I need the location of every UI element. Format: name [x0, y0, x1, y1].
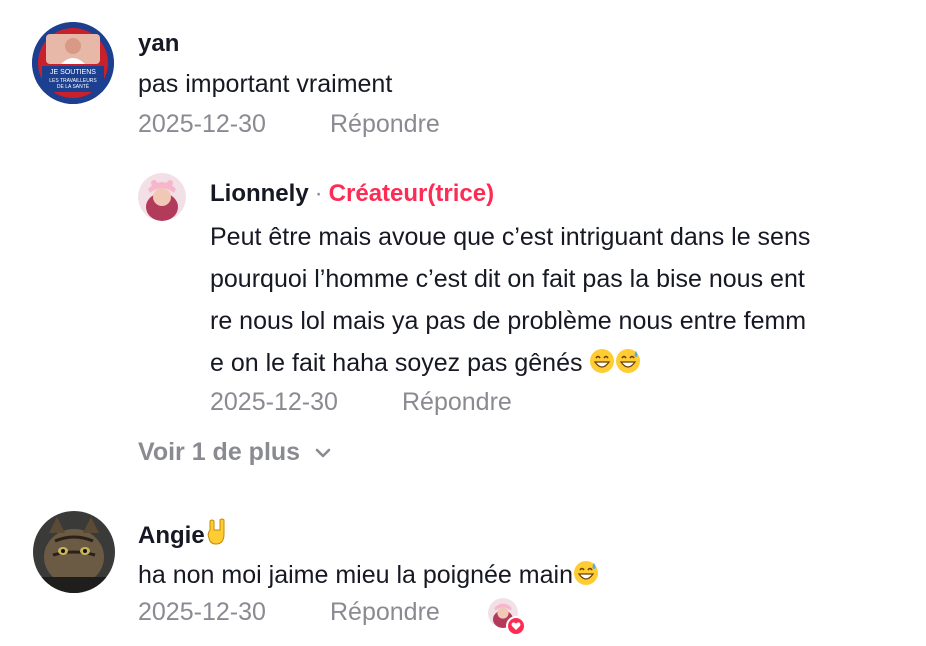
reply-username-line: Lionnely · Créateur(trice) — [210, 180, 494, 208]
comment-username[interactable]: Angie — [138, 522, 205, 549]
reply-text-line: re nous lol mais ya pas de problème nous… — [210, 307, 807, 335]
avatar-yan-image: JE SOUTIENS LES TRAVAILLEURS DE LA SANTÉ — [32, 22, 114, 104]
avatar-lionnely[interactable] — [138, 173, 186, 221]
rock-on-hand-emoji-icon — [205, 518, 229, 553]
reply-username[interactable]: Lionnely — [210, 180, 309, 207]
separator-dot: · — [314, 180, 323, 207]
reply-text-line: Peut être mais avoue que c’est intriguan… — [210, 223, 811, 251]
chevron-down-icon — [314, 447, 332, 459]
reply-button[interactable]: Répondre — [330, 110, 440, 139]
sweat-smile-emoji-icon — [615, 345, 641, 387]
comment-date: 2025-12-30 — [138, 110, 266, 138]
sweat-smile-emoji-icon — [573, 560, 599, 593]
avatar-yan[interactable]: JE SOUTIENS LES TRAVAILLEURS DE LA SANTÉ — [32, 22, 114, 104]
view-more-replies-button[interactable]: Voir 1 de plus — [138, 438, 332, 467]
creator-liked-indicator — [488, 598, 526, 636]
comment-username-line: Angie — [138, 518, 229, 553]
avatar-angie-image — [33, 511, 115, 593]
comment-text: ha non moi jaime mieu la poignée main — [138, 561, 573, 589]
view-more-label: Voir 1 de plus — [138, 438, 301, 466]
avatar-yan-line-1: JE SOUTIENS — [50, 69, 96, 76]
avatar-angie[interactable] — [33, 511, 115, 593]
avatar-lionnely-image — [138, 173, 186, 221]
reply-button[interactable]: Répondre — [330, 598, 440, 627]
reply-button[interactable]: Répondre — [402, 388, 512, 417]
reply-text-line: e on le fait haha soyez pas gênés — [210, 349, 583, 377]
heart-icon — [506, 616, 526, 636]
grin-emoji-icon — [589, 345, 615, 387]
reply-text-last-line: e on le fait haha soyez pas gênés — [210, 342, 910, 387]
creator-badge: Créateur(trice) — [328, 180, 495, 207]
comment-username[interactable]: yan — [138, 30, 179, 58]
avatar-yan-line-3: DE LA SANTÉ — [57, 83, 90, 90]
reply-date: 2025-12-30 — [210, 388, 338, 416]
reply-text-line: pourquoi l’homme c’est dit on fait pas l… — [210, 265, 805, 293]
comment-date: 2025-12-30 — [138, 598, 266, 626]
reply-text: Peut être mais avoue que c’est intriguan… — [210, 216, 910, 387]
comment-text: pas important vraiment — [138, 70, 393, 98]
comment-text-line: ha non moi jaime mieu la poignée main — [138, 560, 599, 593]
